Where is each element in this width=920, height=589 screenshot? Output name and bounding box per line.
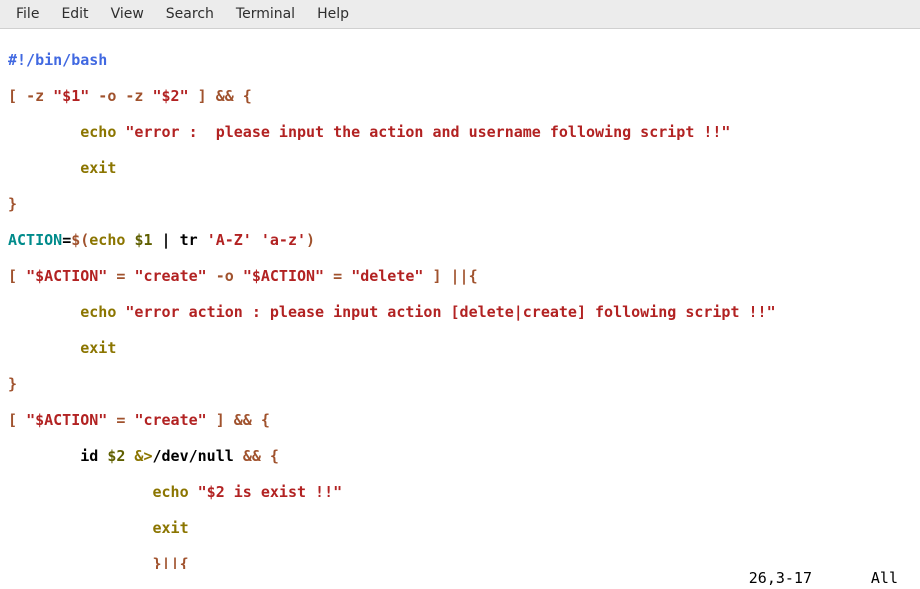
code-line: [ "$ACTION" = "create" -o "$ACTION" = "d…: [8, 267, 912, 285]
code-line: [ "$ACTION" = "create" ] && {: [8, 411, 912, 429]
code-line: exit: [8, 519, 912, 537]
code-line: echo "error : please input the action an…: [8, 123, 912, 141]
code-line: #!/bin/bash: [8, 51, 912, 69]
code-line: }: [8, 375, 912, 393]
code-line: ACTION=$(echo $1 | tr 'A-Z' 'a-z'): [8, 231, 912, 249]
status-bar: 26,3-17 All: [0, 569, 920, 589]
code-line: echo "$2 is exist !!": [8, 483, 912, 501]
code-line: }: [8, 195, 912, 213]
menubar: File Edit View Search Terminal Help: [0, 0, 920, 29]
code-line: id $2 &>/dev/null && {: [8, 447, 912, 465]
menu-terminal[interactable]: Terminal: [226, 3, 305, 25]
code-line: [ -z "$1" -o -z "$2" ] && {: [8, 87, 912, 105]
menu-file[interactable]: File: [6, 3, 49, 25]
code-line: exit: [8, 339, 912, 357]
menu-edit[interactable]: Edit: [51, 3, 98, 25]
menu-search[interactable]: Search: [156, 3, 224, 25]
code-line: echo "error action : please input action…: [8, 303, 912, 321]
code-line: exit: [8, 159, 912, 177]
editor-viewport[interactable]: #!/bin/bash [ -z "$1" -o -z "$2" ] && { …: [0, 29, 920, 589]
shebang: #!/bin/bash: [8, 51, 107, 69]
scroll-indicator: All: [871, 569, 898, 587]
menu-view[interactable]: View: [101, 3, 154, 25]
cursor-position: 26,3-17: [749, 569, 812, 587]
menu-help[interactable]: Help: [307, 3, 359, 25]
